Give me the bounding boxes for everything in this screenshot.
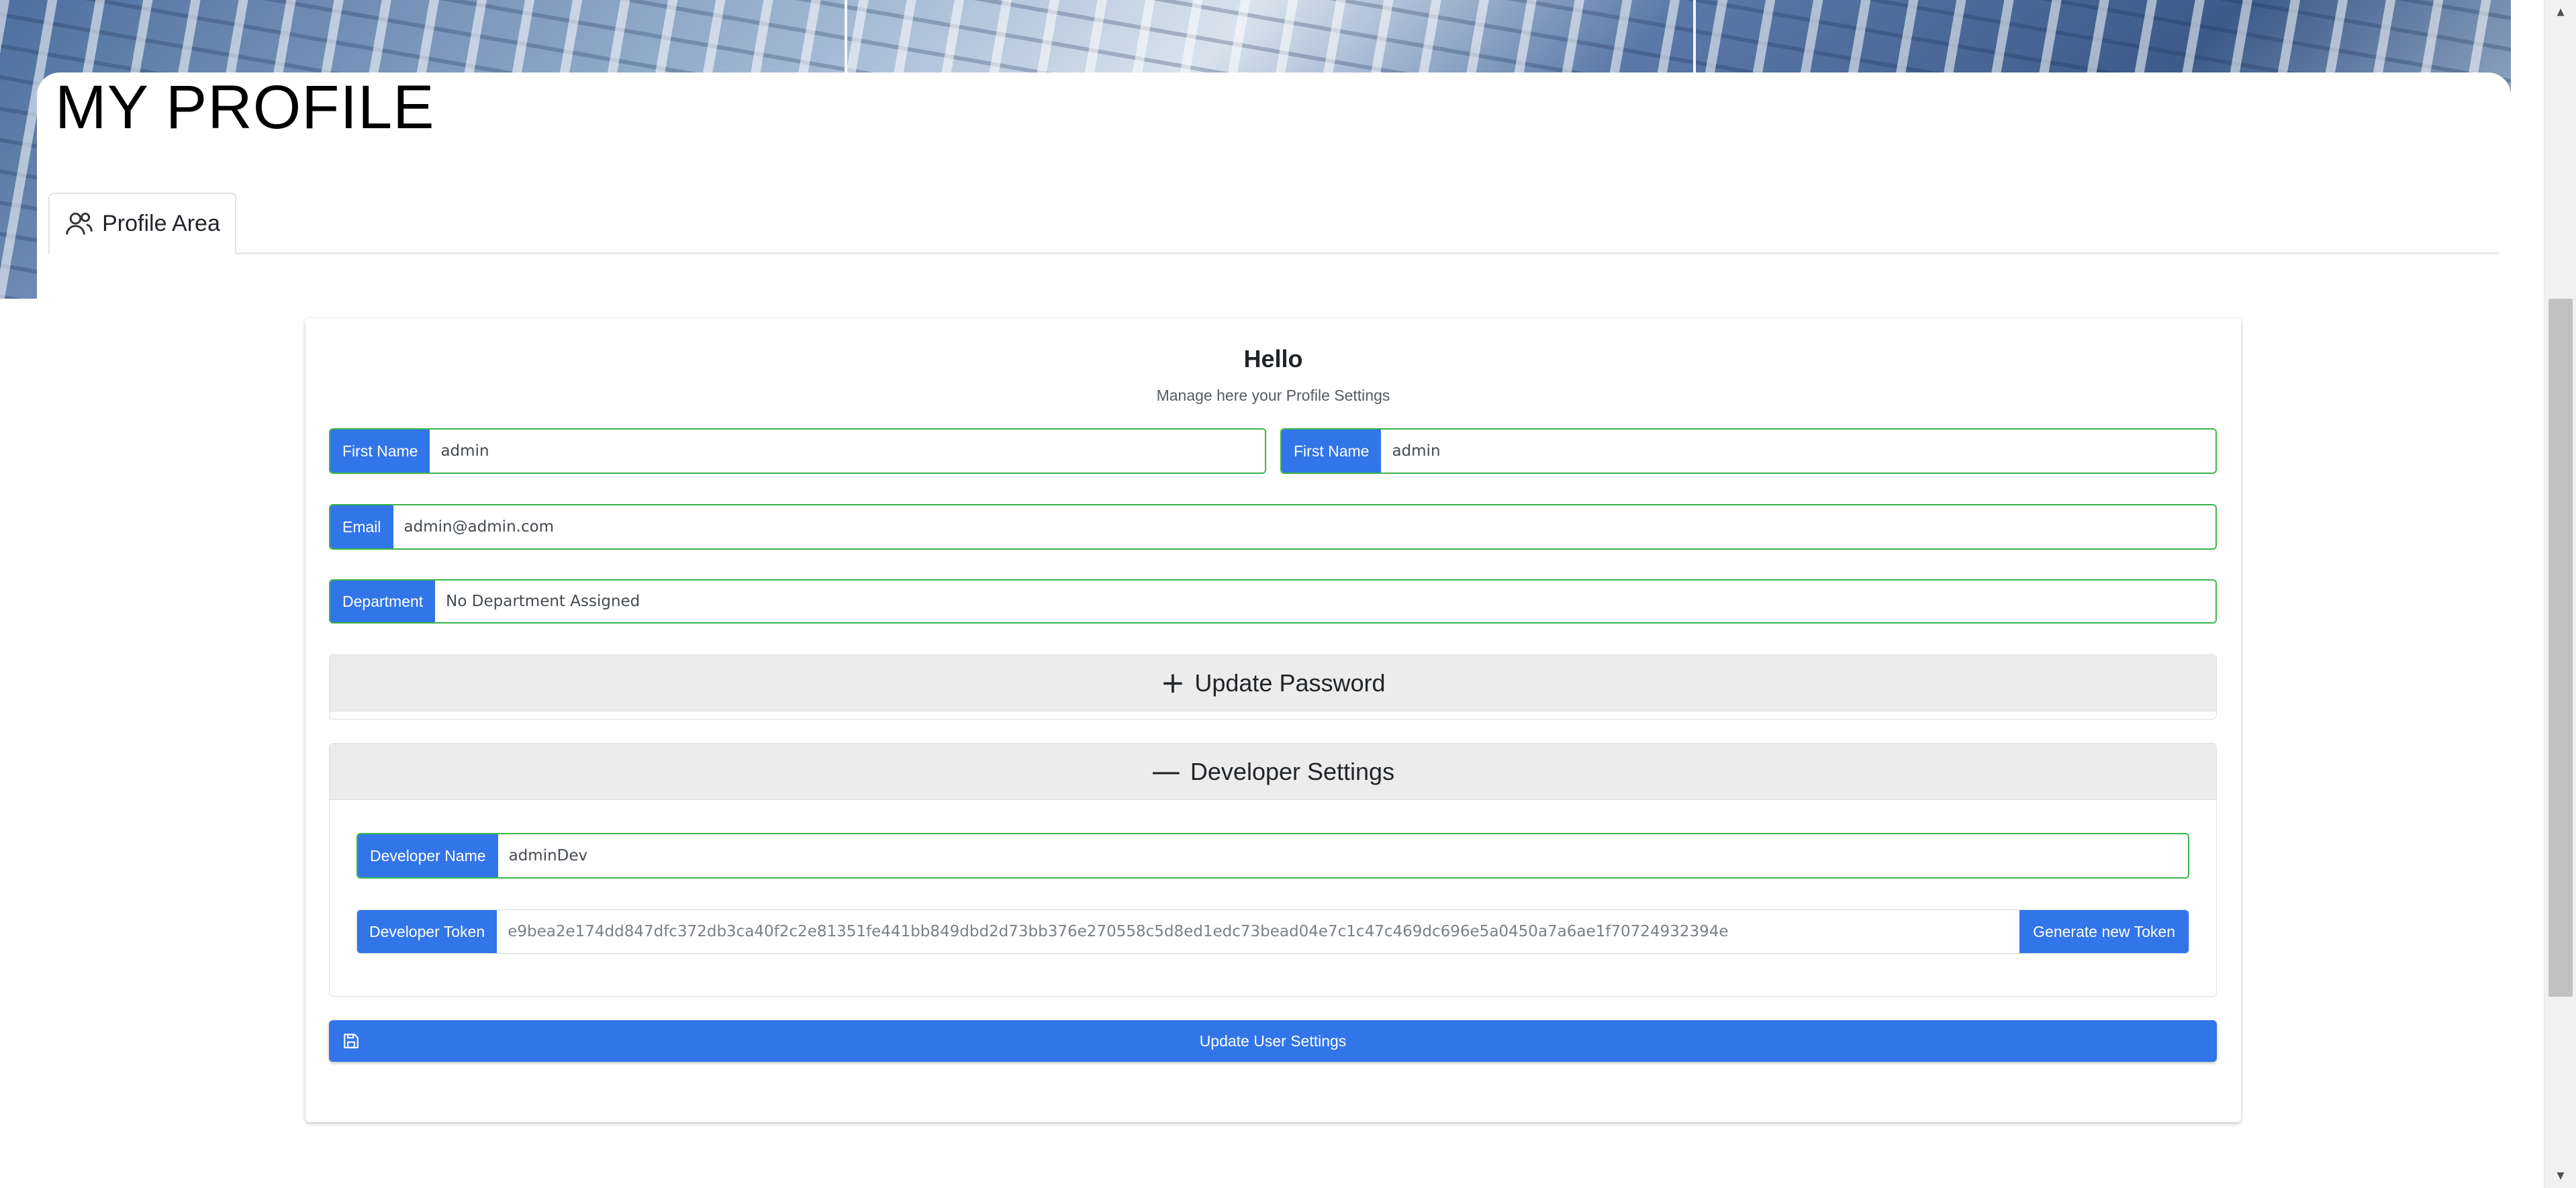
- save-icon: [344, 1034, 359, 1048]
- department-input[interactable]: [435, 581, 2215, 622]
- developer-settings-toggle[interactable]: — Developer Settings: [330, 744, 2216, 800]
- scroll-down-icon[interactable]: ▾: [2544, 1164, 2576, 1188]
- card-title: Hello: [1243, 345, 1303, 373]
- tab-label: Profile Area: [102, 210, 220, 236]
- update-user-settings-button[interactable]: Update User Settings: [329, 1020, 2217, 1062]
- developer-name-group: Developer Name: [356, 833, 2189, 879]
- last-name-group: First Name: [1280, 428, 2217, 474]
- vertical-scrollbar[interactable]: ▴ ▾: [2544, 0, 2576, 1188]
- first-name-label: First Name: [330, 430, 430, 473]
- developer-token-group: Developer Token Generate new Token: [356, 909, 2189, 954]
- banner-divider: [1693, 0, 1696, 74]
- update-password-toggle[interactable]: + Update Password: [330, 655, 2216, 711]
- developer-name-input[interactable]: [497, 834, 2188, 877]
- users-icon: [66, 212, 93, 235]
- email-label: Email: [330, 505, 393, 548]
- developer-settings-label: Developer Settings: [1190, 757, 1395, 785]
- last-name-label: First Name: [1282, 430, 1382, 473]
- banner-divider: [845, 0, 847, 74]
- update-user-settings-label: Update User Settings: [1199, 1032, 1347, 1050]
- developer-token-input[interactable]: [497, 910, 2020, 953]
- tab-profile-area[interactable]: Profile Area: [48, 193, 236, 254]
- update-password-label: Update Password: [1194, 669, 1386, 697]
- minus-icon: —: [1151, 754, 1181, 789]
- developer-name-label: Developer Name: [358, 834, 498, 877]
- scroll-up-icon[interactable]: ▴: [2544, 0, 2576, 24]
- page-root: MY PROFILE Profile Area Hello Manage her…: [0, 0, 2576, 1188]
- scrollbar-thumb[interactable]: [2548, 299, 2573, 997]
- tabs-divider: [48, 252, 2499, 254]
- update-password-accordion: + Update Password: [329, 654, 2217, 720]
- last-name-input[interactable]: [1381, 430, 2215, 473]
- email-group: Email: [329, 504, 2217, 550]
- email-input[interactable]: [393, 505, 2215, 548]
- card-subtitle: Manage here your Profile Settings: [1156, 387, 1390, 404]
- first-name-group: First Name: [329, 428, 1266, 474]
- department-label: Department: [330, 581, 436, 622]
- generate-token-button[interactable]: Generate new Token: [2019, 910, 2189, 953]
- plus-icon: +: [1160, 665, 1186, 700]
- department-group: Department: [329, 579, 2217, 624]
- first-name-input[interactable]: [430, 430, 1265, 473]
- page-title: MY PROFILE: [55, 73, 435, 142]
- developer-token-label: Developer Token: [357, 910, 497, 953]
